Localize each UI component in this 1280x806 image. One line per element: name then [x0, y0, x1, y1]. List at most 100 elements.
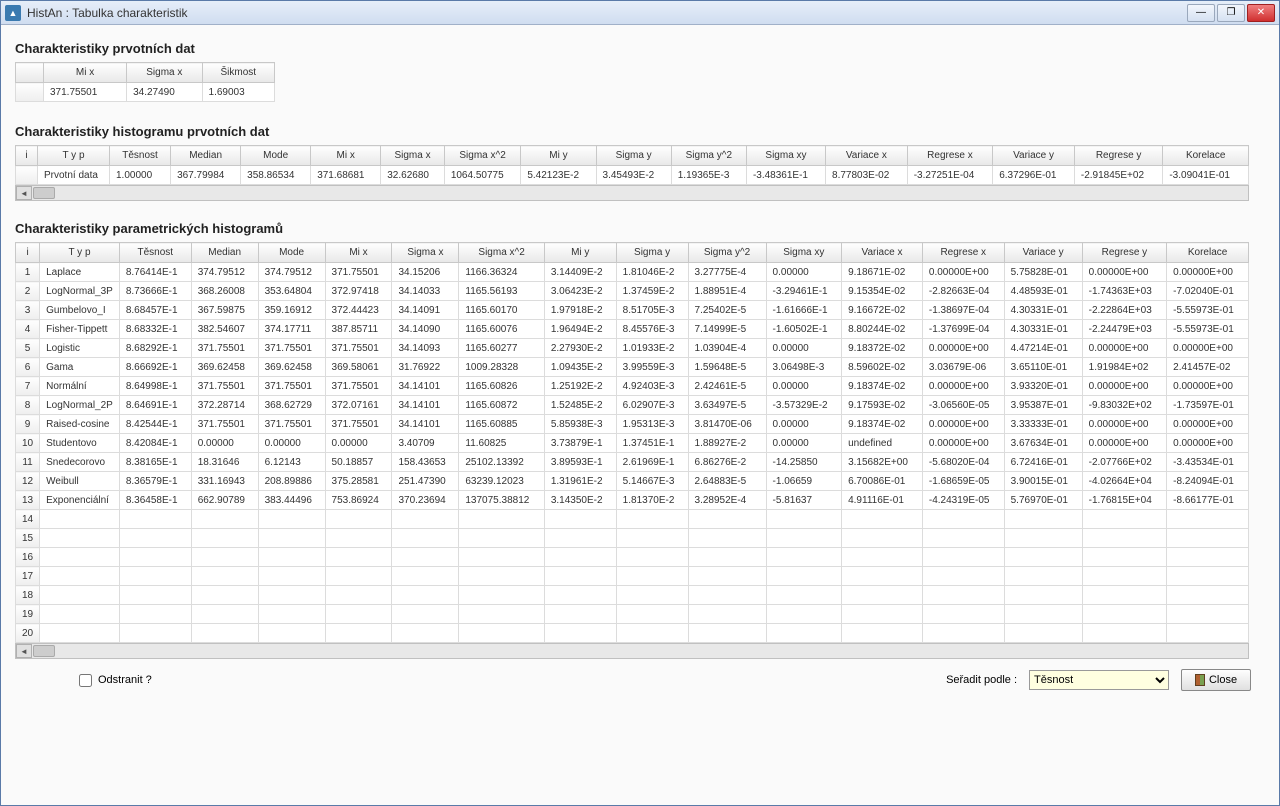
cell: 8.68332E-1 [119, 320, 191, 339]
cell: -4.24319E-05 [922, 491, 1004, 510]
cell: 137075.38812 [459, 491, 544, 510]
scroll-left-icon[interactable]: ◄ [16, 644, 32, 658]
cell: 3.33333E-01 [1004, 415, 1082, 434]
cell [191, 567, 258, 586]
content-area: Charakteristiky prvotních dat Mi x Sigma… [1, 25, 1279, 805]
cell: 8.36579E-1 [119, 472, 191, 491]
cell: 34.14091 [392, 301, 459, 320]
cell: 9 [16, 415, 40, 434]
cell: 3.14409E-2 [544, 263, 616, 282]
cell: 17 [16, 567, 40, 586]
cell [766, 586, 842, 605]
cell: 8.64691E-1 [119, 396, 191, 415]
cell: 15 [16, 529, 40, 548]
cell [616, 529, 688, 548]
column-header: T y p [38, 146, 110, 166]
minimize-button[interactable]: — [1187, 4, 1215, 22]
column-header: Sigma y^2 [671, 146, 746, 166]
cell [325, 510, 392, 529]
cell: 3.81470E-06 [688, 415, 766, 434]
cell [392, 529, 459, 548]
cell: 8.45576E-3 [616, 320, 688, 339]
cell [119, 510, 191, 529]
cell [922, 510, 1004, 529]
cell: -3.57329E-2 [766, 396, 842, 415]
cell: 6.37296E-01 [993, 166, 1075, 185]
cell: -2.91845E+02 [1074, 166, 1162, 185]
cell [119, 624, 191, 643]
cell [1082, 586, 1167, 605]
cell: 9.17593E-02 [842, 396, 923, 415]
table-row: 17 [16, 567, 1249, 586]
cell: 1.37451E-1 [616, 434, 688, 453]
histogram-primary-table: iT y pTěsnostMedianModeMi xSigma xSigma … [15, 145, 1249, 185]
table-row: 16 [16, 548, 1249, 567]
cell [616, 624, 688, 643]
cell: 374.17711 [258, 320, 325, 339]
cell: 1.59648E-5 [688, 358, 766, 377]
cell: -1.37699E-04 [922, 320, 1004, 339]
cell: 32.62680 [381, 166, 445, 185]
cell: 371.75501 [258, 377, 325, 396]
cell [766, 567, 842, 586]
cell: -14.25850 [766, 453, 842, 472]
cell: 3.28952E-4 [688, 491, 766, 510]
column-header: Korelace [1163, 146, 1249, 166]
cell [40, 510, 120, 529]
cell: 1009.28328 [459, 358, 544, 377]
cell: 5 [16, 339, 40, 358]
cell [688, 586, 766, 605]
cell: 367.79984 [171, 166, 241, 185]
column-header: Regrese y [1082, 243, 1167, 263]
cell: 3.27775E-4 [688, 263, 766, 282]
close-dialog-button[interactable]: Close [1181, 669, 1251, 691]
horizontal-scrollbar[interactable]: ◄ [15, 185, 1249, 201]
cell [1167, 624, 1249, 643]
cell: 0.00000E+00 [1167, 339, 1249, 358]
scroll-left-icon[interactable]: ◄ [16, 186, 32, 200]
cell: 0.00000 [766, 339, 842, 358]
cell: 18.31646 [191, 453, 258, 472]
cell: 372.07161 [325, 396, 392, 415]
cell: 3.63497E-5 [688, 396, 766, 415]
horizontal-scrollbar[interactable]: ◄ [15, 643, 1249, 659]
cell: 372.97418 [325, 282, 392, 301]
cell [616, 605, 688, 624]
close-button[interactable]: ✕ [1247, 4, 1275, 22]
table-row: 3Gumbelovo_I8.68457E-1367.59875359.16912… [16, 301, 1249, 320]
cell [922, 567, 1004, 586]
cell [325, 529, 392, 548]
column-header: Sigma y^2 [688, 243, 766, 263]
cell: -1.76815E+04 [1082, 491, 1167, 510]
cell: 3.14350E-2 [544, 491, 616, 510]
sort-select[interactable]: Těsnost [1029, 670, 1169, 690]
remove-checkbox[interactable] [79, 674, 92, 687]
cell: 1.96494E-2 [544, 320, 616, 339]
cell [544, 548, 616, 567]
cell: 3.89593E-1 [544, 453, 616, 472]
cell: 8.51705E-3 [616, 301, 688, 320]
cell: 0.00000E+00 [1082, 434, 1167, 453]
maximize-button[interactable]: ❐ [1217, 4, 1245, 22]
cell: 158.43653 [392, 453, 459, 472]
cell: 1.95313E-3 [616, 415, 688, 434]
cell [40, 567, 120, 586]
close-label: Close [1209, 674, 1237, 686]
cell [688, 548, 766, 567]
scroll-thumb[interactable] [33, 187, 55, 199]
cell: 5.76970E-01 [1004, 491, 1082, 510]
cell: 8.36458E-1 [119, 491, 191, 510]
cell: 50.18857 [325, 453, 392, 472]
cell: LogNormal_2P [40, 396, 120, 415]
cell [544, 605, 616, 624]
cell: 0.00000 [766, 377, 842, 396]
scroll-thumb[interactable] [33, 645, 55, 657]
column-header: Sigma xy [766, 243, 842, 263]
primary-data-table: Mi x Sigma x Šikmost 371.75501 34.27490 … [15, 62, 275, 102]
cell: 1.52485E-2 [544, 396, 616, 415]
cell [842, 624, 923, 643]
cell: 3.90015E-01 [1004, 472, 1082, 491]
cell: 0.00000E+00 [922, 377, 1004, 396]
cell: 8.76414E-1 [119, 263, 191, 282]
cell: -3.27251E-04 [907, 166, 993, 185]
